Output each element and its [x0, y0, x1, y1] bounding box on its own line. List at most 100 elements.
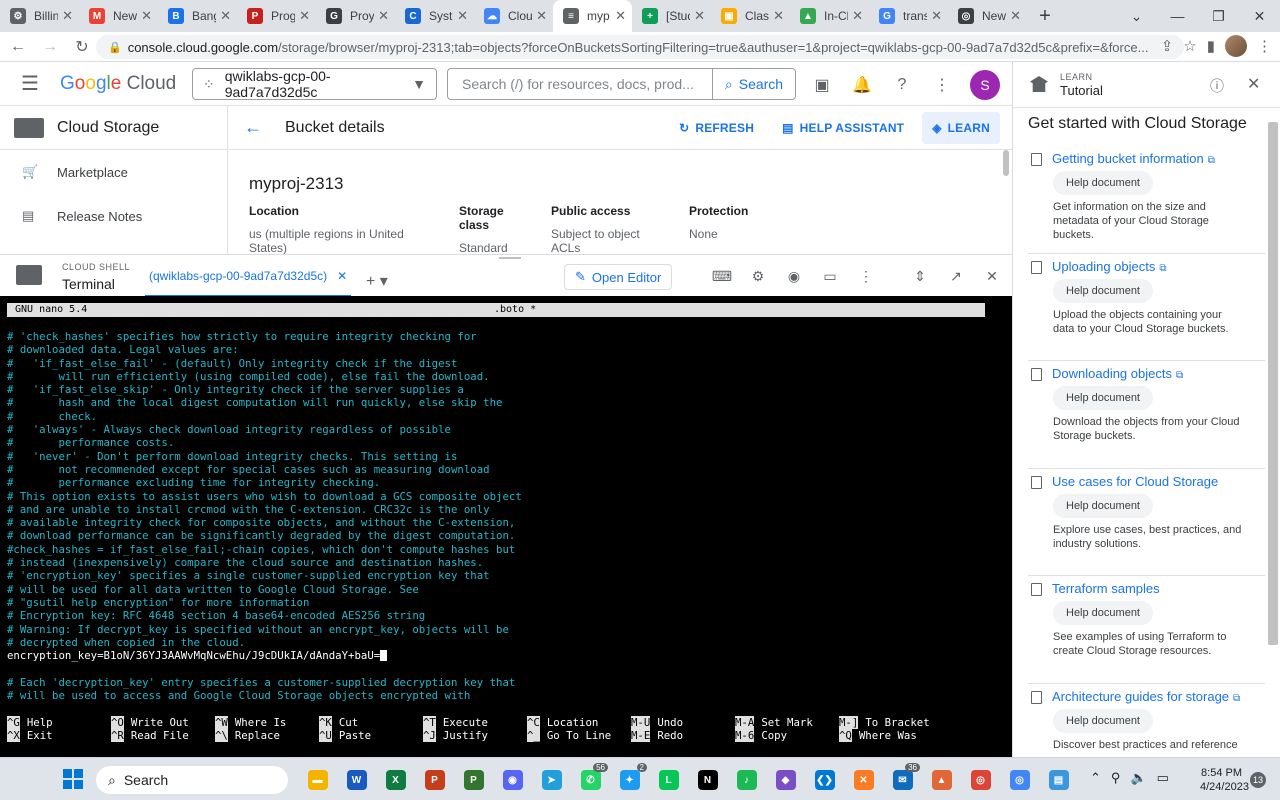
taskbar-app-file-explorer[interactable]: ▬ [298, 766, 337, 794]
minimize-button[interactable]: — [1157, 0, 1198, 32]
taskbar-app-netflix[interactable]: N [688, 766, 727, 794]
maximize-icon[interactable]: ⇕ [902, 266, 938, 286]
close-tab-icon[interactable]: ✕ [337, 269, 347, 295]
info-icon[interactable]: ⓘ [1210, 76, 1224, 96]
taskbar-app-line[interactable]: L [649, 766, 688, 794]
search-button[interactable]: ⌕ Search [712, 68, 796, 100]
nano-shortcut[interactable]: ^Q Where Was [839, 729, 943, 743]
nano-shortcut[interactable]: ^K Cut [319, 716, 423, 729]
nano-shortcut[interactable]: ^_ Go To Line [527, 729, 631, 743]
taskbar-app-telegram[interactable]: ➤ [532, 766, 571, 794]
new-tab-button[interactable]: + [1031, 2, 1059, 30]
battery-icon[interactable]: ▭ [1157, 770, 1169, 786]
project-selector[interactable]: ⁘ qwiklabs-gcp-00-9ad7a7d32d5c ▼ [192, 68, 437, 100]
taskbar-app-excel[interactable]: X [376, 766, 415, 794]
nano-shortcut[interactable]: ^W Where Is [215, 716, 319, 729]
close-tab-icon[interactable]: ✕ [615, 8, 626, 24]
taskbar-app-discord[interactable]: ◉ [493, 766, 532, 794]
nano-shortcut[interactable]: ^J Justify [423, 729, 527, 743]
tab-search-icon[interactable]: ⌄ [1116, 0, 1157, 32]
nano-shortcut[interactable]: ^C Location [527, 716, 631, 729]
add-session-button[interactable]: + ▾ [366, 271, 388, 291]
open-new-window-icon[interactable]: ↗ [938, 266, 974, 286]
resize-handle[interactable] [499, 257, 521, 259]
sidepanel-icon[interactable]: ▮ [1207, 37, 1215, 55]
nano-shortcut[interactable]: M-6 Copy [735, 729, 839, 743]
notifications-icon[interactable]: 🔔 [850, 73, 874, 97]
browser-tab[interactable]: ≡ myp ✕ [553, 0, 632, 32]
browser-menu-icon[interactable]: ⋮ [1257, 37, 1272, 55]
browser-tab[interactable]: M New ✕ [79, 0, 158, 32]
tutorial-link[interactable]: Terraform samples [1052, 581, 1160, 596]
browser-tab[interactable]: ▲ In-Cl ✕ [790, 0, 869, 32]
close-tab-icon[interactable]: ✕ [773, 8, 784, 24]
taskbar-app-twitter[interactable]: ✦ 2 [610, 763, 649, 794]
tab-terminal-session[interactable]: (qwiklabs-gcp-00-9ad7a7d32d5c) ✕ [145, 269, 352, 297]
tutorial-link[interactable]: Getting bucket information ⧉ [1052, 151, 1215, 166]
taskbar-search[interactable]: ⌕ Search [96, 766, 288, 794]
nano-shortcut[interactable]: ^O Write Out [111, 716, 215, 729]
windows-start-icon[interactable] [63, 769, 83, 789]
restore-button[interactable]: ❐ [1198, 0, 1239, 32]
nano-editor-content[interactable]: # 'check_hashes' specifies how strictly … [7, 330, 522, 702]
close-tab-icon[interactable]: ✕ [220, 8, 231, 24]
layout-icon[interactable]: ▭ [812, 266, 848, 286]
taskbar-app-spotify[interactable]: ♪ [727, 766, 766, 794]
browser-tab[interactable]: + [Stud ✕ [632, 0, 711, 32]
tutorial-link[interactable]: Architecture guides for storage ⧉ [1052, 689, 1240, 704]
taskbar-app-mail[interactable]: ✉ 36 [883, 763, 922, 794]
network-icon[interactable]: ⚲ [1111, 770, 1121, 786]
close-window-button[interactable]: ✕ [1239, 0, 1280, 32]
browser-tab[interactable]: ▣ Class✕ [711, 0, 790, 32]
browser-tab[interactable]: G Proy ✕ [316, 0, 395, 32]
taskbar-app-notepad[interactable]: ▤ [1039, 766, 1078, 794]
settings-icon[interactable]: ⚙ [740, 266, 776, 286]
volume-icon[interactable]: 🔈 [1130, 770, 1146, 786]
browser-tab[interactable]: Gtrans ✕ [869, 0, 948, 32]
nano-shortcut[interactable]: ^U Paste [319, 729, 423, 743]
cloud-shell-icon[interactable]: ▣ [810, 73, 834, 97]
account-avatar[interactable]: S [970, 70, 1000, 100]
chevron-up-icon[interactable]: ⌃ [1090, 770, 1101, 786]
close-tab-icon[interactable]: ✕ [852, 8, 863, 24]
nano-shortcut[interactable]: ^X Exit [7, 729, 111, 743]
taskbar-app-powerpoint[interactable]: P [415, 766, 454, 794]
nano-shortcut[interactable]: M-] To Bracket [839, 716, 943, 729]
profile-avatar[interactable] [1225, 35, 1247, 57]
taskbar-app-chrome[interactable]: ◎ [961, 766, 1000, 794]
close-tab-icon[interactable]: ✕ [378, 8, 389, 24]
browser-tab[interactable]: B Bang ✕ [158, 0, 237, 32]
browser-tab[interactable]: C Syste ✕ [395, 0, 474, 32]
forward-button[interactable]: → [36, 33, 64, 61]
open-editor-button[interactable]: ✎ Open Editor [564, 264, 673, 290]
keyboard-icon[interactable]: ⌨ [704, 266, 740, 286]
browser-tab[interactable]: ☁ Clou ✕ [474, 0, 553, 32]
share-icon[interactable]: ⇪ [1161, 37, 1174, 55]
taskbar-app-vscode[interactable]: ❮❯ [805, 766, 844, 794]
search-input[interactable]: Search (/) for resources, docs, prod... [447, 68, 712, 100]
nano-shortcut[interactable]: M-U Undo [631, 716, 735, 729]
refresh-button[interactable]: ↻ REFRESH [669, 112, 764, 144]
nano-shortcut[interactable]: ^T Execute [423, 716, 527, 729]
nano-shortcut[interactable]: M-A Set Mark [735, 716, 839, 729]
close-tab-icon[interactable]: ✕ [141, 8, 152, 24]
close-icon[interactable]: ✕ [1247, 74, 1260, 94]
close-tab-icon[interactable]: ✕ [457, 8, 468, 24]
nav-item-marketplace[interactable]: 🛒 Marketplace [0, 150, 227, 194]
taskbar-app-whatsapp[interactable]: ✆ 56 [571, 763, 610, 794]
taskbar-app-chrome-2[interactable]: ◎ [1000, 766, 1039, 794]
taskbar-app-xampp[interactable]: ✕ [844, 766, 883, 794]
nano-shortcut[interactable]: ^R Read File [111, 729, 215, 743]
main-menu-icon[interactable]: ☰ [0, 71, 60, 96]
tutorial-link[interactable]: Use cases for Cloud Storage [1052, 474, 1218, 489]
nano-shortcut[interactable]: ^G Help [7, 716, 111, 729]
google-cloud-logo[interactable]: Google Cloud [60, 73, 176, 95]
help-assistant-button[interactable]: ▤ HELP ASSISTANT [772, 112, 914, 144]
browser-tab[interactable]: P Prog ✕ [237, 0, 316, 32]
help-icon[interactable]: ? [890, 73, 914, 97]
close-tab-icon[interactable]: ✕ [536, 8, 547, 24]
terminal[interactable]: GNU nano 5.4 .boto * # 'check_hashes' sp… [0, 296, 1012, 757]
back-button[interactable]: ← [4, 33, 32, 61]
clock[interactable]: 8:54 PM 4/24/2023 [1200, 766, 1249, 794]
more-vert-icon[interactable]: ⋮ [930, 73, 954, 97]
